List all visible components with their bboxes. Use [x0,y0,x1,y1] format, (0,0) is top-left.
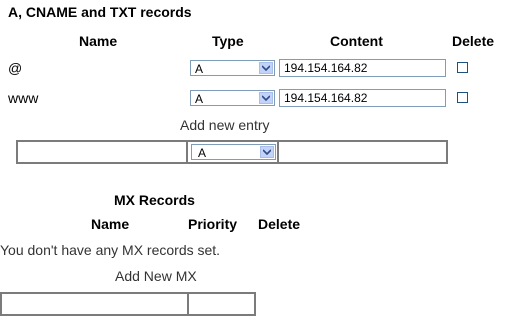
records-section-title: A, CNAME and TXT records [8,4,192,20]
column-header-name: Name [79,33,118,49]
new-entry-type-value: A [198,146,207,160]
mx-column-header-name: Name [91,216,130,232]
record-delete-checkbox[interactable] [457,92,468,103]
new-entry-name-input[interactable] [16,140,188,164]
add-new-entry-label: Add new entry [180,117,270,133]
new-mx-name-input[interactable] [0,292,189,316]
column-header-type: Type [212,33,244,49]
record-type-select[interactable]: A [190,90,275,106]
column-header-delete: Delete [452,33,495,49]
new-mx-priority-input[interactable] [187,292,256,316]
record-content-input[interactable]: 194.154.164.82 [279,89,446,107]
record-type-value: A [195,92,204,106]
mx-empty-message: You don't have any MX records set. [0,242,221,258]
mx-section-title: MX Records [114,192,195,208]
record-name: @ [8,60,23,76]
record-content-input[interactable]: 194.154.164.82 [279,59,446,77]
mx-column-header-priority: Priority [188,216,238,232]
new-entry-type-cell: A [186,140,279,164]
chevron-down-icon[interactable] [260,146,274,158]
record-type-select[interactable]: A [190,60,275,76]
chevron-down-icon[interactable] [259,62,273,74]
mx-column-header-delete: Delete [258,216,301,232]
record-name: www [8,90,39,106]
column-header-content: Content [330,33,383,49]
record-type-value: A [195,62,204,76]
new-entry-type-select[interactable]: A [191,144,276,160]
new-entry-content-input[interactable] [277,140,448,164]
record-delete-checkbox[interactable] [457,62,468,73]
chevron-down-icon[interactable] [259,92,273,104]
add-new-mx-label: Add New MX [115,268,197,284]
